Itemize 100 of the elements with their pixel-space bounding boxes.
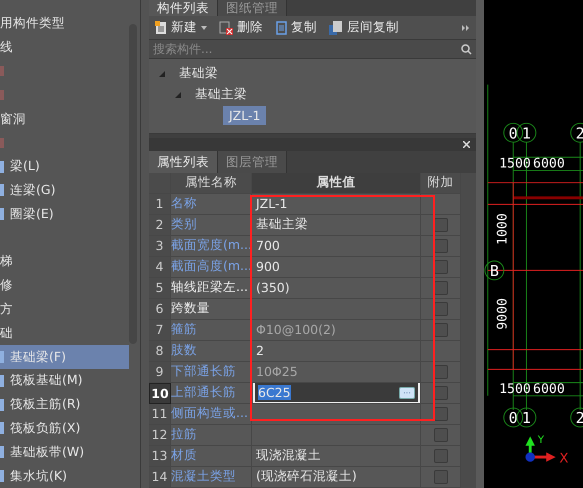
marker-icon: [0, 90, 4, 100]
property-name: 材质: [171, 446, 252, 467]
property-name: 下部通长筋: [171, 362, 252, 383]
tab[interactable]: 属性列表: [149, 150, 218, 173]
row-number: 9: [149, 362, 171, 383]
row-number: 13: [149, 446, 171, 467]
row-number: 11: [149, 404, 171, 425]
scrollbar[interactable]: [461, 172, 476, 488]
property-name: 截面宽度(m...: [171, 236, 252, 257]
tree-item[interactable]: 连梁(G): [0, 178, 129, 202]
tree-item[interactable]: 基础主梁: [189, 84, 253, 106]
row-number: 5: [149, 278, 171, 299]
axis-bubble: 1: [516, 122, 536, 143]
value-cell: (350): [252, 278, 421, 299]
tree-item[interactable]: 础: [0, 324, 13, 342]
overflow-icon[interactable]: [462, 24, 470, 31]
property-name: 类别: [171, 214, 252, 236]
ellipsis-button[interactable]: ···: [399, 386, 415, 399]
row-number: 7: [149, 320, 171, 341]
tree-item[interactable]: 圈梁(E): [0, 202, 129, 226]
property-name: 拉筋: [171, 424, 252, 446]
tree-item[interactable]: 用构件类型: [0, 15, 65, 32]
value-cell: (现浇碎石混凝土): [252, 466, 421, 488]
checkbox[interactable]: [434, 428, 448, 442]
axis-bubble: 0: [503, 122, 524, 143]
scrollbar[interactable]: [129, 24, 137, 344]
axis-bubble: 1: [516, 408, 536, 428]
dimension-text: 9000: [496, 298, 511, 330]
value-cell: 2: [252, 340, 421, 362]
tree-item[interactable]: 筏板负筋(X): [0, 416, 129, 440]
property-name: 跨数量: [171, 298, 252, 320]
dimension-text: 1500: [499, 382, 531, 397]
dimension-text: 1000: [496, 213, 511, 245]
toolbar-button[interactable]: 层间复制: [329, 19, 399, 36]
tab[interactable]: 图纸管理: [218, 0, 287, 16]
row-number: 12: [149, 424, 171, 446]
tree-item[interactable]: 修: [0, 277, 13, 294]
value-cell: JZL-1: [252, 194, 421, 215]
value-cell: Φ10@100(2): [252, 320, 421, 341]
tree-item[interactable]: 梁(L): [0, 154, 129, 179]
expand-triangle-icon[interactable]: [175, 92, 181, 98]
tree-item[interactable]: 基础梁(F): [0, 345, 129, 369]
row-number: 14: [149, 466, 171, 488]
new-document-icon: [155, 20, 167, 35]
search-field[interactable]: 搜索构件...: [153, 42, 461, 56]
column-header: 属性值: [252, 172, 421, 194]
toolbar-button[interactable]: 新建: [155, 19, 207, 36]
property-name: 侧面构造或...: [171, 404, 252, 425]
selected-text: 6C25: [258, 385, 291, 400]
delete-document-icon: [219, 20, 233, 35]
row-number: 6: [149, 298, 171, 320]
property-name: 肢数: [171, 340, 252, 362]
property-name: 轴线距梁左...: [171, 278, 252, 299]
value-cell: 现浇混凝土: [252, 446, 421, 467]
checkbox[interactable]: [434, 470, 448, 484]
value-cell: 700: [252, 236, 421, 257]
value-cell: 900: [252, 256, 421, 278]
property-name: 名称: [171, 194, 252, 215]
tree-item[interactable]: 窗洞: [0, 110, 26, 128]
property-name: 上部通长筋: [171, 382, 252, 404]
tree-item[interactable]: 筏板基础(M): [0, 368, 129, 393]
document-icon: [275, 20, 287, 35]
row-number: 8: [149, 340, 171, 362]
tree-item[interactable]: 基础梁: [173, 63, 224, 84]
tree-item[interactable]: 基础板带(W): [0, 440, 129, 464]
expand-triangle-icon[interactable]: [159, 70, 165, 77]
caret-icon: [201, 26, 207, 30]
toolbar-button[interactable]: 删除: [219, 19, 263, 36]
property-name: 截面高度(m...: [171, 256, 252, 278]
marker-icon: [0, 66, 4, 76]
search-bar[interactable]: 搜索构件...: [149, 40, 476, 60]
property-name: 混凝土类型: [171, 466, 252, 488]
tree-item[interactable]: JZL-1: [223, 106, 266, 126]
row-number: 2: [149, 214, 171, 236]
axis-bubble: 0: [503, 408, 524, 428]
tree-item[interactable]: 集水坑(K): [0, 464, 129, 488]
search-icon: [461, 44, 472, 55]
tree-item[interactable]: 梯: [0, 253, 13, 270]
dimension-text: 6000: [533, 382, 565, 397]
dimension-text: 6000: [533, 156, 565, 172]
tab[interactable]: 构件列表: [149, 0, 218, 16]
marker-icon: [0, 138, 4, 148]
row-number: 3: [149, 236, 171, 257]
property-name: 箍筋: [171, 320, 252, 341]
row-number: 1: [149, 194, 171, 215]
tab[interactable]: 图层管理: [218, 150, 287, 173]
row-number: 10: [149, 382, 171, 404]
value-input[interactable]: 6C25 ···: [253, 382, 420, 403]
checkbox[interactable]: [434, 448, 448, 463]
value-cell: 基础主梁: [252, 214, 421, 236]
dimension-text: 1500: [499, 156, 531, 172]
toolbar-button[interactable]: 复制: [275, 19, 317, 36]
row-number: 4: [149, 256, 171, 278]
copy-icon: [329, 20, 343, 35]
tree-item[interactable]: 筏板主筋(R): [0, 392, 129, 417]
column-header: 附加: [421, 172, 461, 194]
column-header: 属性名称: [171, 172, 252, 194]
close-icon[interactable]: [463, 140, 470, 148]
tree-item[interactable]: 方: [0, 300, 13, 318]
tree-item[interactable]: 线: [0, 39, 13, 56]
